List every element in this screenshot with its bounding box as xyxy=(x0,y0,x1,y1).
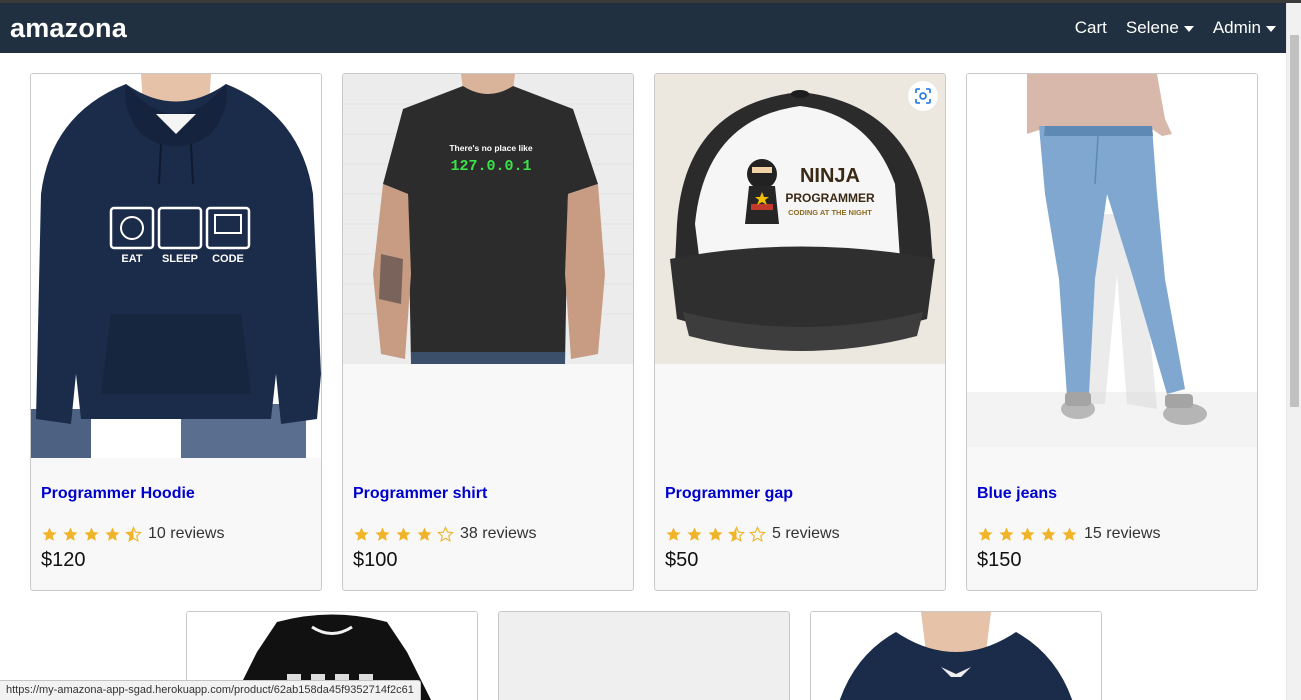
navbar: amazona Cart Selene Admin xyxy=(0,3,1286,53)
star-full-icon xyxy=(63,526,78,541)
review-count: 5 reviews xyxy=(772,525,840,542)
star-half-icon xyxy=(728,525,745,542)
star-full-icon xyxy=(354,526,369,541)
star-empty-icon xyxy=(437,525,454,542)
product-rating: 5 reviews xyxy=(665,524,935,544)
star-full-icon xyxy=(375,526,390,541)
product-card xyxy=(810,611,1102,700)
navy-hoodie-image xyxy=(811,612,1101,700)
product-card-body: Programmer Hoodie 10 reviews $120 xyxy=(41,485,311,572)
product-rating: 15 reviews xyxy=(977,524,1247,544)
product-image-link[interactable] xyxy=(811,612,1101,700)
admin-label: Admin xyxy=(1212,18,1261,37)
cart-link[interactable]: Cart xyxy=(1075,18,1107,38)
product-image-link[interactable] xyxy=(967,74,1257,447)
product-price: $120 xyxy=(41,549,86,571)
product-card xyxy=(498,611,790,700)
product-name-link[interactable]: Programmer gap xyxy=(665,485,935,503)
star-half-icon xyxy=(125,525,142,542)
cart-label: Cart xyxy=(1074,18,1107,37)
star-full-icon xyxy=(84,526,99,541)
star-full-icon xyxy=(42,526,57,541)
product-image-link[interactable]: NINJA PROGRAMMER CODING AT THE NIGHT xyxy=(655,74,945,364)
caret-down-icon xyxy=(1266,26,1276,32)
shirt-text-line1: There's no place like xyxy=(449,143,533,153)
product-price: $150 xyxy=(977,549,1022,571)
product-price: $100 xyxy=(353,549,398,571)
admin-menu-dropdown[interactable]: Admin xyxy=(1213,18,1276,38)
user-menu-dropdown[interactable]: Selene xyxy=(1126,18,1194,38)
review-count: 38 reviews xyxy=(460,525,537,542)
shirt-text-line2: 127.0.0.1 xyxy=(450,158,531,175)
product-image-placeholder xyxy=(499,612,789,700)
star-full-icon xyxy=(978,526,993,541)
star-empty-icon xyxy=(749,525,766,542)
star-full-icon xyxy=(1020,526,1035,541)
brand-logo-link[interactable]: amazona xyxy=(10,13,127,44)
product-price: $50 xyxy=(665,549,699,571)
star-full-icon xyxy=(396,526,411,541)
cap-image: NINJA PROGRAMMER CODING AT THE NIGHT xyxy=(655,74,945,364)
product-name-link[interactable]: Blue jeans xyxy=(977,485,1247,503)
star-full-icon xyxy=(999,526,1014,541)
product-card-body: Programmer gap 5 reviews $50 xyxy=(665,485,935,572)
vertical-scrollbar[interactable] xyxy=(1286,3,1301,700)
star-full-icon xyxy=(687,526,702,541)
review-count: 15 reviews xyxy=(1084,525,1161,542)
hoodie-image: EAT SLEEP CODE xyxy=(31,74,321,458)
hoodie-label-sleep: SLEEP xyxy=(162,253,198,265)
shirt-image: There's no place like 127.0.0.1 xyxy=(343,74,633,364)
cap-text-line1: NINJA xyxy=(800,165,860,187)
star-full-icon xyxy=(105,526,120,541)
star-full-icon xyxy=(1062,526,1077,541)
product-rating: 10 reviews xyxy=(41,524,311,544)
product-card: NINJA PROGRAMMER CODING AT THE NIGHT Pro… xyxy=(654,73,946,591)
product-card: EAT SLEEP CODE Programmer Hoodie 10 revi… xyxy=(30,73,322,591)
product-name-link[interactable]: Programmer Hoodie xyxy=(41,485,311,503)
user-name-label: Selene xyxy=(1125,18,1179,37)
product-card-body: Blue jeans 15 reviews $150 xyxy=(977,485,1247,572)
product-card-body: Programmer shirt 38 reviews $100 xyxy=(353,485,623,572)
review-count: 10 reviews xyxy=(148,525,225,542)
product-card: There's no place like 127.0.0.1 Programm… xyxy=(342,73,634,591)
cap-text-line2: PROGRAMMER xyxy=(785,191,875,205)
hoodie-label-eat: EAT xyxy=(121,253,142,265)
product-image-link[interactable]: There's no place like 127.0.0.1 xyxy=(343,74,633,364)
product-card: Blue jeans 15 reviews $150 xyxy=(966,73,1258,591)
product-rating: 38 reviews xyxy=(353,524,623,544)
star-full-icon xyxy=(666,526,681,541)
star-full-icon xyxy=(1041,526,1056,541)
hoodie-label-code: CODE xyxy=(212,253,244,265)
lens-search-icon[interactable] xyxy=(908,81,938,111)
nav-menu: Cart Selene Admin xyxy=(1056,18,1276,38)
page: amazona Cart Selene Admin EAT SLEEP CODE… xyxy=(0,0,1301,700)
star-full-icon xyxy=(417,526,432,541)
cap-text-line3: CODING AT THE NIGHT xyxy=(788,208,872,217)
product-name-link[interactable]: Programmer shirt xyxy=(353,485,623,503)
link-status-bar: https://my-amazona-app-sgad.herokuapp.co… xyxy=(0,680,421,700)
product-image-link[interactable] xyxy=(499,612,789,700)
scrollbar-thumb[interactable] xyxy=(1290,35,1299,407)
product-image-link[interactable]: EAT SLEEP CODE xyxy=(31,74,321,458)
caret-down-icon xyxy=(1183,26,1194,32)
jeans-image xyxy=(967,74,1257,447)
star-full-icon xyxy=(708,526,723,541)
